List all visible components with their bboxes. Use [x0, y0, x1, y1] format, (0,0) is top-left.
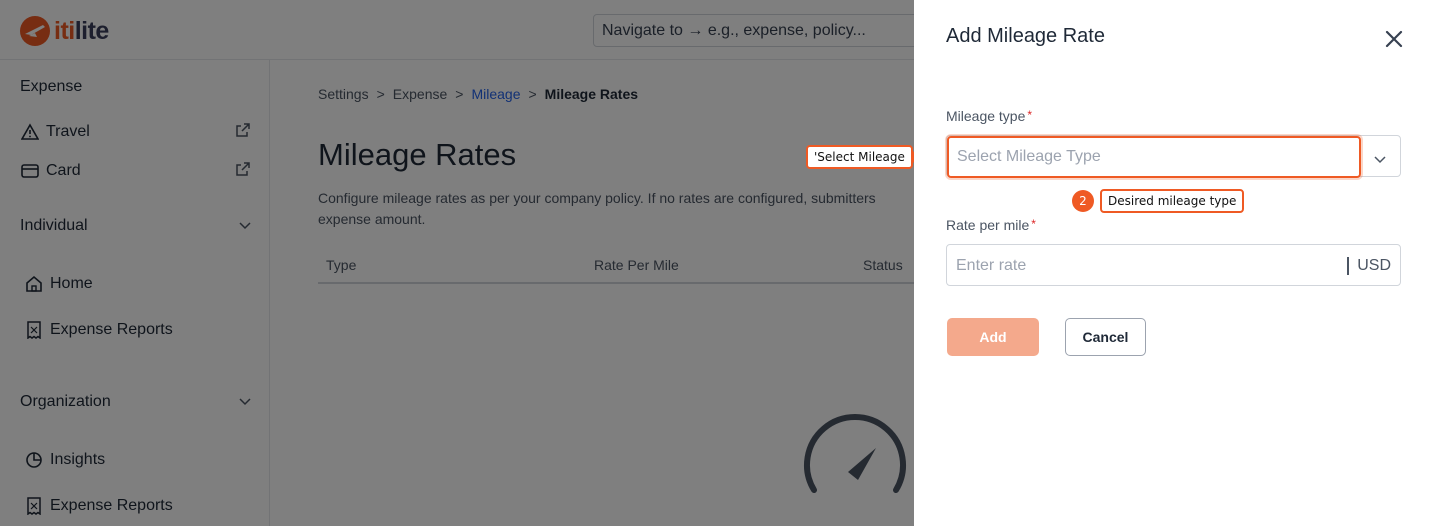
- currency-unit: USD: [1347, 257, 1391, 275]
- chevron-down-icon[interactable]: [1374, 151, 1386, 169]
- mileage-type-select[interactable]: Select Mileage Type: [946, 135, 1401, 178]
- cancel-button[interactable]: Cancel: [1065, 318, 1146, 356]
- drawer-title: Add Mileage Rate: [946, 25, 1105, 47]
- add-button[interactable]: Add: [947, 318, 1039, 356]
- annotation-callout: Desired mileage type: [1100, 189, 1245, 213]
- add-mileage-rate-drawer: Add Mileage Rate Mileage type * Select Mi…: [914, 0, 1440, 526]
- modal-backdrop[interactable]: [0, 0, 914, 526]
- annotation-step-badge: 2: [1072, 190, 1094, 212]
- rate-placeholder: Enter rate: [956, 257, 1027, 274]
- mileage-type-input[interactable]: Select Mileage Type: [947, 136, 1361, 178]
- required-marker: *: [1031, 217, 1036, 231]
- annotation-callout: 'Select Mileage: [806, 145, 913, 169]
- required-marker: *: [1027, 108, 1033, 122]
- rate-per-mile-label: Rate per mile *: [946, 217, 1036, 233]
- close-icon[interactable]: [1384, 29, 1406, 51]
- mileage-type-label: Mileage type *: [946, 108, 1033, 124]
- rate-per-mile-input[interactable]: Enter rate USD: [946, 244, 1401, 286]
